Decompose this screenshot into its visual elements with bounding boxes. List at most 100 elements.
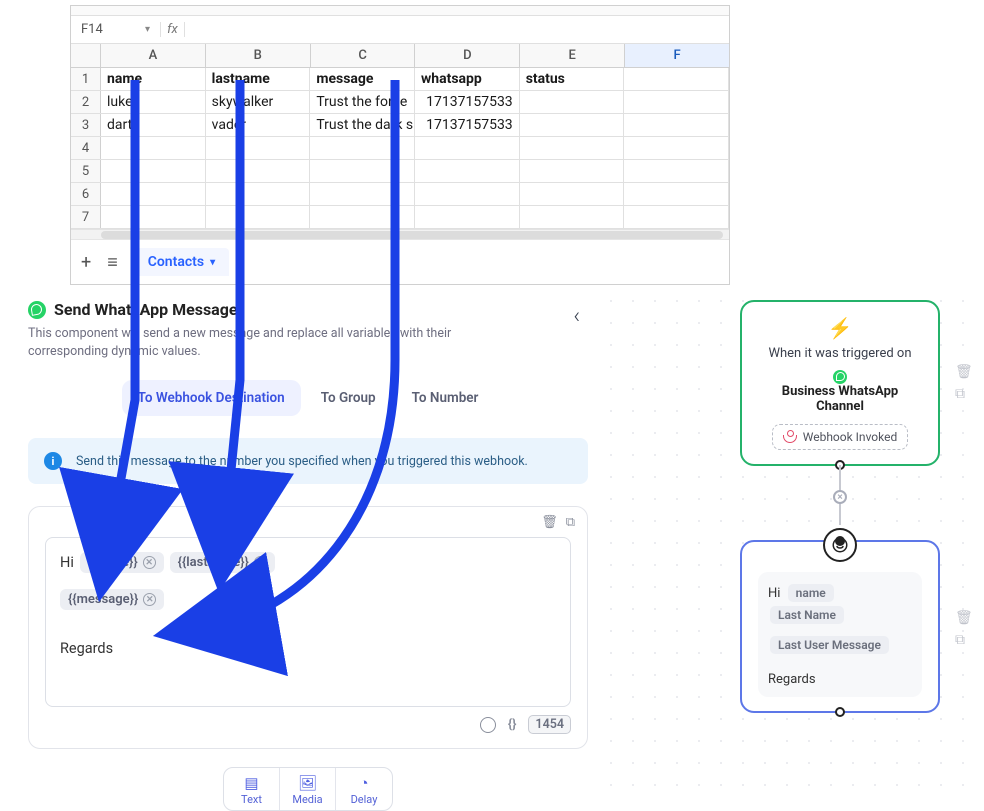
cell[interactable] — [310, 183, 415, 205]
cell[interactable]: status — [520, 68, 625, 90]
row-header[interactable]: 4 — [71, 137, 101, 159]
variable-chip-message[interactable]: {{message}} ✕ — [60, 589, 164, 610]
cell[interactable] — [624, 206, 729, 228]
webhook-chip[interactable]: Webhook Invoked — [772, 424, 908, 450]
insert-variable-icon[interactable]: {} — [508, 717, 517, 732]
message-body-input[interactable]: Hi {{name}} ✕ {{lastname}} ✕ {{message}}… — [45, 537, 571, 707]
cell[interactable] — [624, 68, 729, 90]
col-header-c[interactable]: C — [311, 44, 416, 67]
input-port[interactable] — [835, 536, 845, 546]
add-node-between-button[interactable]: × — [833, 490, 847, 504]
cell[interactable] — [520, 183, 625, 205]
cell[interactable]: Trust the dark s — [310, 114, 415, 136]
cell[interactable]: lastname — [206, 68, 311, 90]
cell[interactable] — [415, 183, 520, 205]
add-sheet-button[interactable]: + — [81, 252, 91, 273]
col-header-d[interactable]: D — [415, 44, 520, 67]
remove-chip-icon[interactable]: ✕ — [254, 556, 267, 569]
cell[interactable] — [415, 137, 520, 159]
delete-node-icon[interactable]: 🗑 — [955, 610, 973, 626]
col-header-a[interactable]: A — [101, 44, 206, 67]
cell[interactable] — [101, 206, 206, 228]
webhook-icon — [783, 430, 797, 444]
cell[interactable] — [206, 183, 311, 205]
add-text-button[interactable]: ▤ Text — [224, 768, 280, 810]
cell[interactable] — [520, 137, 625, 159]
preview-pill-message: Last User Message — [770, 636, 889, 654]
cell[interactable] — [310, 137, 415, 159]
chevron-down-icon[interactable]: ▾ — [145, 24, 150, 35]
cell[interactable] — [310, 206, 415, 228]
message-node[interactable]: Hi name Last Name Last User Message Rega… — [740, 540, 940, 713]
delete-card-icon[interactable]: 🗑 — [541, 515, 558, 530]
col-header-e[interactable]: E — [520, 44, 625, 67]
remove-chip-icon[interactable]: ✕ — [143, 593, 156, 606]
cell[interactable] — [206, 206, 311, 228]
row-header[interactable]: 3 — [71, 114, 101, 136]
add-media-button[interactable]: 🖼 Media — [280, 768, 336, 810]
variable-chip-name[interactable]: {{name}} ✕ — [80, 552, 164, 573]
row-header[interactable]: 5 — [71, 160, 101, 182]
emoji-picker-icon[interactable] — [480, 717, 496, 733]
cell[interactable] — [624, 91, 729, 113]
cell[interactable] — [520, 91, 625, 113]
row-header[interactable]: 6 — [71, 183, 101, 205]
row-header[interactable]: 1 — [71, 68, 101, 90]
cell[interactable]: Trust the force — [310, 91, 415, 113]
cell-reference[interactable]: F14 ▾ — [71, 22, 161, 37]
cell[interactable] — [624, 183, 729, 205]
table-row: 3 darth vader Trust the dark s 171371575… — [71, 114, 729, 137]
cell[interactable] — [415, 206, 520, 228]
cell[interactable] — [415, 160, 520, 182]
cell[interactable]: whatsapp — [415, 68, 520, 90]
sheet-list-button[interactable]: ≡ — [107, 252, 118, 273]
output-port[interactable] — [835, 707, 845, 717]
cell[interactable] — [624, 160, 729, 182]
tab-group[interactable]: To Group — [305, 380, 392, 416]
cell[interactable] — [624, 137, 729, 159]
copy-node-icon[interactable]: ⧉ — [955, 386, 973, 402]
cell[interactable]: skywalker — [206, 91, 311, 113]
cell[interactable]: 17137157533 — [415, 91, 520, 113]
copy-node-icon[interactable]: ⧉ — [955, 632, 973, 648]
cell[interactable] — [520, 206, 625, 228]
trigger-line1: When it was triggered on — [758, 346, 922, 361]
cell[interactable]: name — [101, 68, 206, 90]
flow-canvas[interactable]: ⚡ When it was triggered on Business What… — [600, 290, 984, 805]
col-header-b[interactable]: B — [206, 44, 311, 67]
cell[interactable] — [101, 137, 206, 159]
row-header[interactable]: 2 — [71, 91, 101, 113]
cell[interactable] — [520, 160, 625, 182]
tab-webhook[interactable]: To Webhook Destination — [122, 380, 301, 416]
copy-card-icon[interactable]: ⧉ — [566, 515, 575, 530]
chip-label: {{lastname}} — [178, 555, 249, 570]
cell[interactable]: message — [310, 68, 415, 90]
delete-node-icon[interactable]: 🗑 — [955, 364, 973, 380]
cell[interactable] — [520, 114, 625, 136]
chip-label: {{message}} — [68, 592, 138, 607]
cell[interactable]: 17137157533 — [415, 114, 520, 136]
add-delay-button[interactable]: ◔ Delay — [336, 768, 392, 810]
cell[interactable] — [101, 160, 206, 182]
fx-label: fx — [161, 22, 185, 37]
select-all-corner[interactable] — [71, 44, 101, 68]
remove-chip-icon[interactable]: ✕ — [143, 556, 156, 569]
cell[interactable] — [624, 114, 729, 136]
cell[interactable]: luke — [101, 91, 206, 113]
chevron-down-icon[interactable]: ▾ — [210, 257, 215, 268]
cell[interactable] — [206, 160, 311, 182]
cell[interactable] — [206, 137, 311, 159]
row-header[interactable]: 7 — [71, 206, 101, 228]
variable-chip-lastname[interactable]: {{lastname}} ✕ — [170, 552, 275, 573]
formula-bar: F14 ▾ fx — [71, 16, 729, 44]
horizontal-scrollbar[interactable] — [71, 229, 729, 239]
cell[interactable] — [310, 160, 415, 182]
collapse-panel-button[interactable]: ‹ — [565, 300, 588, 333]
tab-number[interactable]: To Number — [396, 380, 495, 416]
cell[interactable]: vader — [206, 114, 311, 136]
col-header-f[interactable]: F — [625, 44, 729, 67]
sheet-tab-contacts[interactable]: Contacts ▾ — [134, 248, 229, 276]
trigger-node[interactable]: ⚡ When it was triggered on Business What… — [740, 300, 940, 466]
cell[interactable] — [101, 183, 206, 205]
cell[interactable]: darth — [101, 114, 206, 136]
